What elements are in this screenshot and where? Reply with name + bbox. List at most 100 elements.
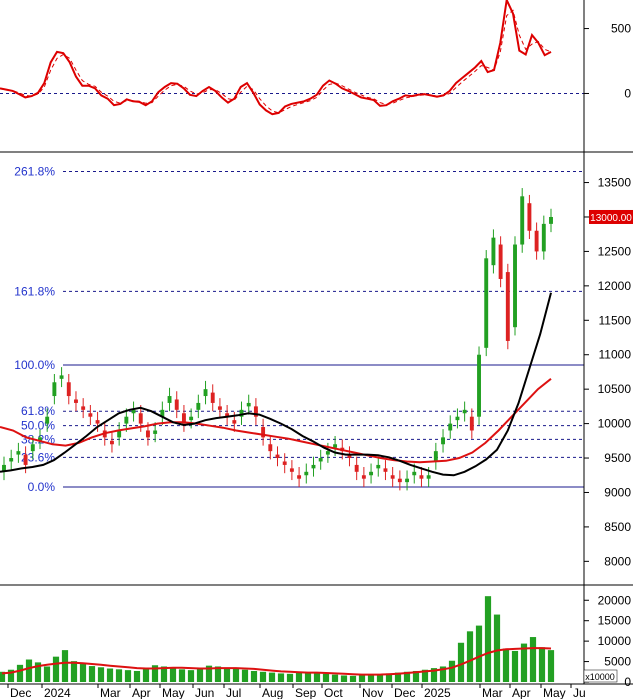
stock-chart: 261.8%161.8%100.0%61.8%50.0%38.2%23.6%0.… [0, 0, 633, 699]
y-tick-label: 20000 [598, 593, 632, 607]
volume-bar [16, 664, 24, 682]
y-tick-label: 5000 [604, 655, 631, 669]
candle-body [189, 416, 194, 421]
x-tick-label: Aug [262, 686, 283, 699]
price-panel: 261.8%161.8%100.0%61.8%50.0%38.2%23.6%0.… [0, 165, 584, 494]
candle-body [246, 402, 251, 407]
volume-bar [448, 660, 456, 682]
y-tick-label: 11000 [599, 348, 632, 362]
candle-body [145, 430, 150, 438]
y-tick-label: 8000 [604, 554, 631, 568]
volume-bar [241, 669, 249, 682]
y-tick-label: 10500 [598, 382, 632, 396]
volume-bar [286, 673, 294, 682]
candle-body [66, 382, 71, 397]
y-tick-label: 0 [624, 675, 631, 689]
volume-bar [250, 670, 258, 682]
candle-body [541, 223, 546, 252]
x-tick-label: May [162, 686, 185, 699]
candle-body [174, 399, 179, 410]
candle-body [333, 444, 338, 448]
candle-body [448, 423, 453, 431]
volume-bar [538, 647, 546, 682]
y-tick-label: 10000 [598, 634, 632, 648]
candle-body [325, 451, 330, 455]
candle-body [289, 468, 294, 472]
candle-body [484, 258, 489, 348]
volume-unit-label: x10000 [585, 672, 615, 682]
y-tick-label: 12000 [598, 279, 632, 293]
candle-body [469, 416, 474, 431]
candle-body [318, 458, 323, 462]
volume-bar [133, 670, 141, 682]
volume-bar [187, 670, 195, 682]
candle-body [534, 230, 539, 252]
oscillator-signal-line [0, 9, 552, 114]
candle-body [232, 420, 237, 424]
volume-bar [268, 672, 276, 682]
candle-body [203, 389, 208, 397]
volume-bar [277, 673, 285, 682]
candle-body [549, 216, 553, 224]
y-tick-label: 8500 [604, 520, 631, 534]
candle-body [23, 454, 28, 465]
fibonacci-label: 161.8% [14, 284, 55, 298]
x-tick-label: Jun [195, 686, 214, 699]
x-tick-label: Ju [573, 686, 586, 699]
ma-fast-line [0, 292, 552, 477]
y-tick-label: 13500 [598, 176, 632, 190]
volume-panel [0, 596, 555, 682]
candle-body [477, 354, 481, 417]
candle-body [433, 451, 438, 462]
volume-bar [511, 650, 519, 682]
volume-bar [367, 675, 375, 682]
candle-body [282, 461, 287, 465]
volume-bar [196, 668, 204, 682]
candle-body [30, 444, 35, 452]
candle-body [59, 375, 64, 379]
volume-bar [61, 650, 69, 682]
volume-bar [169, 667, 177, 682]
volume-bar [25, 659, 33, 682]
price-tag-label: 13000.00 [590, 213, 632, 224]
volume-bar [97, 667, 105, 682]
y-tick-label: 11500 [599, 313, 632, 327]
candle-body [491, 237, 496, 266]
volume-bar [358, 675, 366, 682]
candle-body [397, 478, 402, 483]
volume-bar [466, 631, 474, 682]
candle-body [196, 402, 201, 410]
volume-bar [313, 673, 321, 682]
volume-bar [529, 637, 537, 682]
volume-bar [331, 674, 339, 682]
volume-bar [484, 596, 492, 682]
candle-body [513, 244, 517, 328]
volume-bar [493, 614, 501, 682]
volume-bar [457, 642, 465, 682]
candle-body [9, 458, 14, 462]
volume-bar [547, 650, 555, 682]
x-tick-label: Dec [10, 686, 31, 699]
candle-body [138, 413, 143, 424]
candle-body [419, 475, 424, 479]
y-tick-label: 9000 [604, 485, 631, 499]
candle-body [81, 406, 86, 410]
candle-body [369, 471, 374, 476]
x-tick-label: 2024 [44, 686, 71, 699]
volume-bar [502, 648, 510, 682]
fibonacci-label: 61.8% [21, 404, 55, 418]
y-tick-label: 0 [624, 86, 631, 100]
x-tick-label: Oct [324, 686, 343, 699]
candle-body [520, 196, 525, 245]
volume-bar [232, 668, 240, 682]
candle-body [275, 454, 280, 459]
y-tick-label: 10000 [598, 417, 632, 431]
candle-body [110, 440, 114, 445]
axes: 5000135001300012500120001150011000105001… [0, 0, 633, 699]
volume-bar [88, 666, 96, 682]
volume-bar [304, 672, 312, 682]
candle-body [426, 475, 431, 479]
candle-body [16, 451, 21, 455]
candle-body [217, 406, 222, 410]
volume-bar [115, 669, 123, 682]
